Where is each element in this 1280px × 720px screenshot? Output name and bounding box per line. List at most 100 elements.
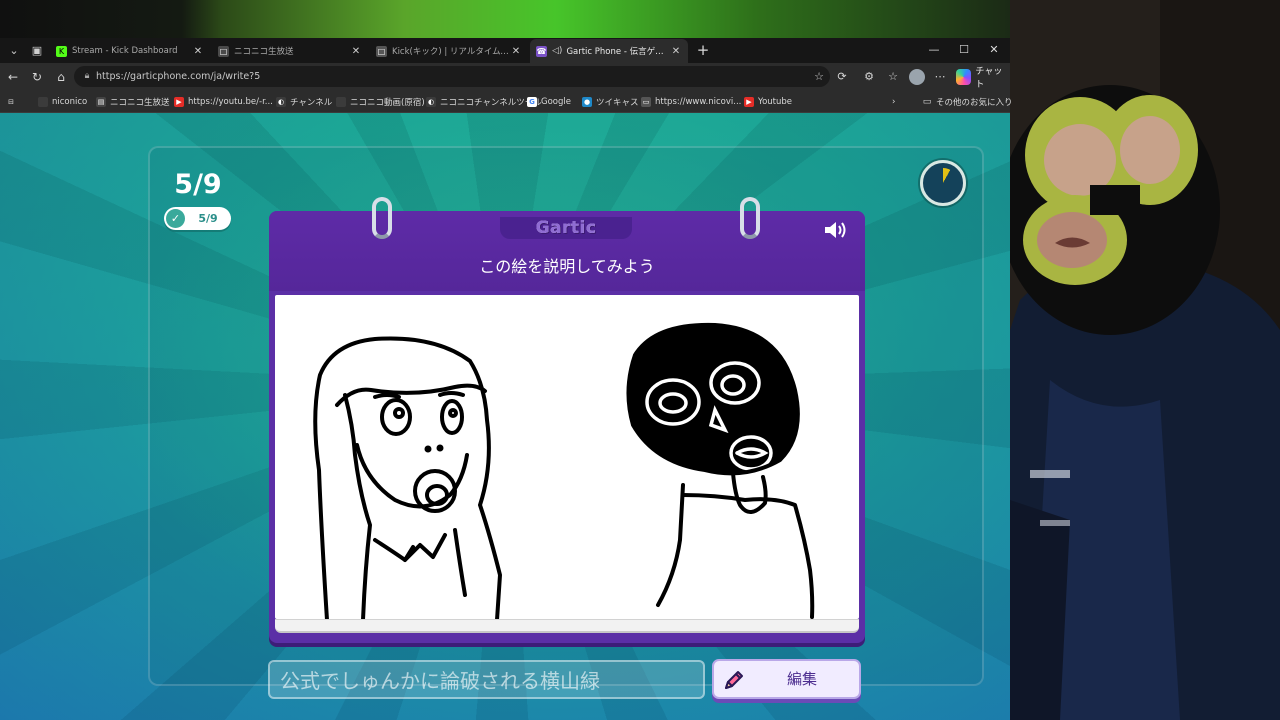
webcam-image [1010,0,1280,720]
bookmark-nicovideo-link[interactable]: ▭ https://www.nicovi... [641,94,741,110]
close-icon[interactable]: ✕ [192,46,204,57]
webcam-overlay [1010,0,1280,720]
players-done-count: 5/9 [198,212,218,225]
screen: ⌄ ▣ K Stream - Kick Dashboard ✕ □ ニコニコ生放… [0,0,1280,720]
niconico-live-icon: ▤ [96,97,106,107]
channel-icon: ◐ [276,97,286,107]
tab-title: ニコニコ生放送 [234,47,294,57]
favorites-icon[interactable]: ☆ [885,69,901,85]
more-menu-icon[interactable]: ⋯ [932,69,948,85]
kick-ranking-icon: □ [376,45,387,57]
youtube-icon: ▶ [174,97,184,107]
bookmark-channel[interactable]: ◐ チャンネル [276,94,332,110]
back-arrow-icon[interactable]: ← [4,68,22,86]
copilot-chat-button[interactable]: チャット [956,67,1010,90]
profile-avatar[interactable] [909,69,925,85]
players-done-badge: ✓ 5/9 [164,207,231,230]
edit-button-label: 編集 [786,670,817,688]
niconico-icon [38,97,48,107]
binder-ring-right [740,197,760,239]
bookmark-label: Youtube [758,97,792,107]
bookmark-youtube[interactable]: ▶ Youtube [744,94,792,110]
folder-icon: ▭ [922,97,932,107]
player-drawing [313,322,815,619]
prompt-heading: この絵を説明してみよう [479,257,655,276]
gartic-logo-tab: Gartic [500,217,632,239]
tab-title: Gartic Phone - 伝言ゲーム [566,47,670,57]
chat-label: チャット [975,67,1003,90]
maximize-icon[interactable]: ☐ [954,41,974,59]
tab-kick-dashboard[interactable]: K Stream - Kick Dashboard ✕ [50,39,210,63]
favorite-star-icon[interactable]: ☆ [814,69,824,84]
bookmark-label: niconico [52,97,88,107]
extensions-icon[interactable]: ⟳ [834,69,850,85]
workspaces-icon[interactable]: ▣ [27,41,47,61]
bookmark-label: ニコニコ生放送 [110,98,170,108]
bookmark-youtube-link[interactable]: ▶ https://youtu.be/-r... [174,94,273,110]
bookmark-label: https://youtu.be/-r... [188,97,273,107]
bookmarks-overflow-chevron-icon[interactable]: › [892,94,895,110]
bookmark-label: ツイキャス [596,98,639,108]
home-icon[interactable]: ⌂ [52,68,70,86]
bookmark-channel-tool[interactable]: ◐ ニコニコチャンネルツール [426,94,542,110]
bookmark-label: チャンネル [290,98,333,108]
tab-title: Stream - Kick Dashboard [72,46,178,56]
bookmarks-sidebar-icon[interactable]: ⊟ [6,94,20,110]
pencil-icon [725,671,743,689]
close-icon[interactable]: ✕ [350,46,362,57]
gartic-icon: ☎ [536,45,547,57]
browser-essentials-icon[interactable]: ⚙ [861,69,877,85]
notebook-paper-edge [275,619,859,633]
check-icon: ✓ [166,209,185,228]
navigation-toolbar: ← ↻ ⌂ 🔒︎ https://garticphone.com/ja/writ… [0,63,1010,91]
bookmark-label: Google [541,97,571,107]
stream-backdrop [0,0,1010,38]
youtube-icon: ▶ [744,97,754,107]
answer-input[interactable]: 公式でしゅんかに論破される横山緑 [268,660,705,699]
gartic-logo: Gartic [535,218,597,238]
bookmark-label: ニコニコ動画(原宿) [350,98,425,108]
binder-ring-left [372,197,392,239]
tab-gartic-phone[interactable]: ☎ ◁) Gartic Phone - 伝言ゲーム ✕ [530,39,688,63]
countdown-timer [920,160,966,206]
new-tab-plus-icon[interactable]: + [694,41,712,59]
bookmark-label: その他のお気に入り [936,98,1013,108]
tab-actions-chevron-icon[interactable]: ⌄ [4,41,24,61]
bookmarks-bar: ⊟ niconico ▤ ニコニコ生放送 ▶ https://youtu.be/-r… [0,91,1013,113]
bookmark-niconico-live[interactable]: ▤ ニコニコ生放送 [96,94,170,110]
answer-input-value[interactable]: 公式でしゅんかに論破される横山緑 [280,668,600,694]
minimize-icon[interactable]: — [924,41,944,59]
twitcasting-icon: ● [582,97,592,107]
close-icon[interactable]: ✕ [510,46,522,57]
nicovideo-icon: ▭ [641,97,651,107]
notebook-card: Gartic この絵を説明してみよう [269,197,865,643]
round-counter: 5/9 [174,169,222,200]
bookmark-niconico[interactable]: niconico [38,94,87,110]
timer-progress-wedge [928,168,958,198]
google-icon: G [527,97,537,107]
tab-bar: ⌄ ▣ K Stream - Kick Dashboard ✕ □ ニコニコ生放… [0,38,1010,63]
speaker-icon[interactable]: ◁) [552,46,562,56]
kick-icon: K [56,45,67,57]
browser-window: ⌄ ▣ K Stream - Kick Dashboard ✕ □ ニコニコ生放… [0,38,1013,720]
url-text[interactable]: https://garticphone.com/ja/write?5 [96,69,260,84]
window-close-icon[interactable]: ✕ [984,41,1004,59]
reload-icon[interactable]: ↻ [28,68,46,86]
bookmark-niconico-video[interactable]: ニコニコ動画(原宿) [336,94,425,110]
site-info-icon[interactable]: 🔒︎ [81,70,93,82]
sound-toggle-icon[interactable] [822,219,850,241]
bookmark-google[interactable]: G Google [527,94,571,110]
channel-tool-icon: ◐ [426,97,436,107]
bookmark-twitcasting[interactable]: ● ツイキャス [582,94,639,110]
other-favorites-folder[interactable]: ▭ その他のお気に入り [922,94,1013,110]
edit-button[interactable]: 編集 [712,659,861,699]
drawing-canvas [275,295,859,619]
niconico-video-icon [336,97,346,107]
address-bar[interactable]: 🔒︎ https://garticphone.com/ja/write?5 ☆ [74,66,830,87]
niconico-icon: □ [218,45,229,57]
close-icon[interactable]: ✕ [670,46,682,57]
tab-niconico-live[interactable]: □ ニコニコ生放送 ✕ [212,39,368,63]
bookmark-label: https://www.nicovi... [655,97,742,107]
tab-kick-ranking[interactable]: □ Kick(キック) | リアルタイムランキング ✕ [370,39,528,63]
gartic-page: 5/9 ✓ 5/9 Gartic この絵を説明してみよう 公式でしゅんかに論破さ… [0,113,1010,720]
